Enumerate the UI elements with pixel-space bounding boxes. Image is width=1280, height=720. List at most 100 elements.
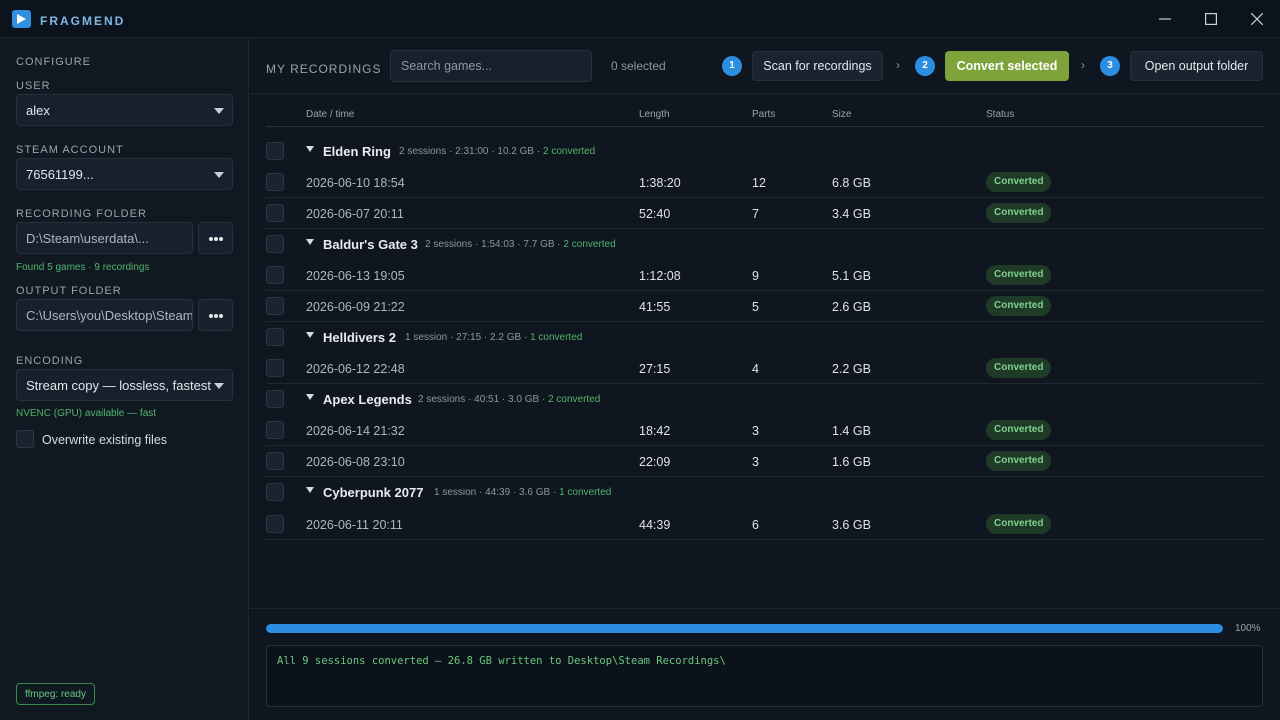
table-row[interactable]: 2026-06-10 18:54 1:38:20 12 6.8 GB Conve… xyxy=(266,167,1263,198)
expand-triangle-icon[interactable] xyxy=(306,239,314,245)
steam-account-label: STEAM ACCOUNT xyxy=(16,144,124,156)
cell-date: 2026-06-08 23:10 xyxy=(306,455,405,469)
column-length[interactable]: Length xyxy=(639,109,670,120)
ffmpeg-status-text: ffmpeg: ready xyxy=(25,689,86,700)
steam-account-select[interactable]: 76561199... xyxy=(16,158,233,190)
table-row[interactable]: 2026-06-08 23:10 22:09 3 1.6 GB Converte… xyxy=(266,446,1263,477)
cell-date: 2026-06-13 19:05 xyxy=(306,269,405,283)
game-name: Helldivers 2 xyxy=(323,330,396,345)
status-badge: Converted xyxy=(986,514,1052,534)
row-checkbox[interactable] xyxy=(266,359,284,377)
configure-heading: CONFIGURE xyxy=(16,56,91,68)
row-checkbox[interactable] xyxy=(266,421,284,439)
row-checkbox[interactable] xyxy=(266,173,284,191)
encoding-label: ENCODING xyxy=(16,355,84,367)
output-folder-field[interactable]: C:\Users\you\Desktop\Steam... xyxy=(16,299,193,331)
game-group-row[interactable]: Apex Legends 2 sessions · 40:51 · 3.0 GB… xyxy=(266,384,1263,415)
cell-length: 52:40 xyxy=(639,207,671,221)
close-button[interactable] xyxy=(1234,0,1280,38)
table-row[interactable]: 2026-06-12 22:48 27:15 4 2.2 GB Converte… xyxy=(266,353,1263,384)
log-message: All 9 sessions converted — 26.8 GB writt… xyxy=(277,655,726,667)
step-3-badge: 3 xyxy=(1100,56,1120,76)
cell-parts: 5 xyxy=(752,300,759,314)
row-checkbox[interactable] xyxy=(266,452,284,470)
status-badge: Converted xyxy=(986,296,1052,316)
table-row[interactable]: 2026-06-07 20:11 52:40 7 3.4 GB Converte… xyxy=(266,198,1263,229)
status-badge: Converted xyxy=(986,451,1052,471)
cell-length: 18:42 xyxy=(639,424,671,438)
group-checkbox[interactable] xyxy=(266,483,284,501)
chevron-right-icon: › xyxy=(1081,58,1085,72)
section-title: MY RECORDINGS xyxy=(266,62,382,76)
cell-size: 1.4 GB xyxy=(832,424,871,438)
column-size[interactable]: Size xyxy=(832,109,851,120)
open-output-folder-button[interactable]: Open output folder xyxy=(1130,51,1263,81)
game-group-row[interactable]: Baldur's Gate 3 2 sessions · 1:54:03 · 7… xyxy=(266,229,1263,260)
step-1-badge: 1 xyxy=(722,56,742,76)
cell-date: 2026-06-07 20:11 xyxy=(306,207,404,221)
game-name: Baldur's Gate 3 xyxy=(323,237,418,252)
scan-button[interactable]: Scan for recordings xyxy=(752,51,883,81)
row-checkbox[interactable] xyxy=(266,515,284,533)
recording-folder-label: RECORDING FOLDER xyxy=(16,208,147,220)
overwrite-label: Overwrite existing files xyxy=(42,433,168,447)
expand-triangle-icon[interactable] xyxy=(306,394,314,400)
game-summary: 2 sessions · 1:54:03 · 7.7 GB · 2 conver… xyxy=(425,239,616,250)
recording-folder-field[interactable]: D:\Steam\userdata\... xyxy=(16,222,193,254)
group-checkbox[interactable] xyxy=(266,328,284,346)
cell-length: 1:38:20 xyxy=(639,176,681,190)
game-summary: 2 sessions · 40:51 · 3.0 GB · 2 converte… xyxy=(418,394,601,405)
row-checkbox[interactable] xyxy=(266,204,284,222)
cell-date: 2026-06-12 22:48 xyxy=(306,362,405,376)
game-group-row[interactable]: Cyberpunk 2077 1 session · 44:39 · 3.6 G… xyxy=(266,477,1263,508)
overwrite-checkbox[interactable] xyxy=(16,430,34,448)
chevron-down-icon xyxy=(214,383,224,389)
maximize-button[interactable] xyxy=(1188,0,1234,38)
table-row[interactable]: 2026-06-09 21:22 41:55 5 2.6 GB Converte… xyxy=(266,291,1263,322)
column-date[interactable]: Date / time xyxy=(306,109,354,120)
search-input[interactable] xyxy=(390,50,592,82)
more-icon xyxy=(209,237,213,241)
minimize-button[interactable] xyxy=(1142,0,1188,38)
chevron-down-icon xyxy=(214,108,224,114)
expand-triangle-icon[interactable] xyxy=(306,332,314,338)
cell-parts: 4 xyxy=(752,362,759,376)
cell-date: 2026-06-10 18:54 xyxy=(306,176,405,190)
close-icon xyxy=(1251,13,1263,25)
expand-triangle-icon[interactable] xyxy=(306,146,314,152)
group-checkbox[interactable] xyxy=(266,390,284,408)
group-checkbox[interactable] xyxy=(266,142,284,160)
sidebar: CONFIGURE USER alex STEAM ACCOUNT 765611… xyxy=(0,38,249,720)
encoding-select[interactable]: Stream copy — lossless, fastest xyxy=(16,369,233,401)
column-status[interactable]: Status xyxy=(986,109,1014,120)
user-select[interactable]: alex xyxy=(16,94,233,126)
app-title: FRAGMEND xyxy=(40,14,126,28)
row-checkbox[interactable] xyxy=(266,266,284,284)
game-summary: 1 session · 44:39 · 3.6 GB · 1 converted xyxy=(434,487,612,498)
cell-parts: 3 xyxy=(752,424,759,438)
game-summary: 1 session · 27:15 · 2.2 GB · 1 converted xyxy=(405,332,583,343)
cell-date: 2026-06-09 21:22 xyxy=(306,300,405,314)
minimize-icon xyxy=(1159,18,1171,20)
game-group-row[interactable]: Elden Ring 2 sessions · 2:31:00 · 10.2 G… xyxy=(266,136,1263,167)
group-checkbox[interactable] xyxy=(266,235,284,253)
cell-parts: 12 xyxy=(752,176,766,190)
cell-size: 3.4 GB xyxy=(832,207,871,221)
column-parts[interactable]: Parts xyxy=(752,109,775,120)
step-2-badge: 2 xyxy=(915,56,935,76)
table-row[interactable]: 2026-06-11 20:11 44:39 6 3.6 GB Converte… xyxy=(266,509,1263,540)
row-checkbox[interactable] xyxy=(266,297,284,315)
expand-triangle-icon[interactable] xyxy=(306,487,314,493)
browse-output-button[interactable] xyxy=(198,299,233,331)
table-header: Date / time Length Parts Size Status xyxy=(266,104,1263,127)
convert-selected-button[interactable]: Convert selected xyxy=(945,51,1069,81)
title-bar: FRAGMEND xyxy=(0,0,1280,38)
browse-recording-button[interactable] xyxy=(198,222,233,254)
game-name: Apex Legends xyxy=(323,392,412,407)
table-row[interactable]: 2026-06-14 21:32 18:42 3 1.4 GB Converte… xyxy=(266,415,1263,446)
game-group-row[interactable]: Helldivers 2 1 session · 27:15 · 2.2 GB … xyxy=(266,322,1263,353)
cell-parts: 6 xyxy=(752,518,759,532)
selected-count: 0 selected xyxy=(611,59,666,73)
table-row[interactable]: 2026-06-13 19:05 1:12:08 9 5.1 GB Conver… xyxy=(266,260,1263,291)
game-summary: 2 sessions · 2:31:00 · 10.2 GB · 2 conve… xyxy=(399,146,596,157)
